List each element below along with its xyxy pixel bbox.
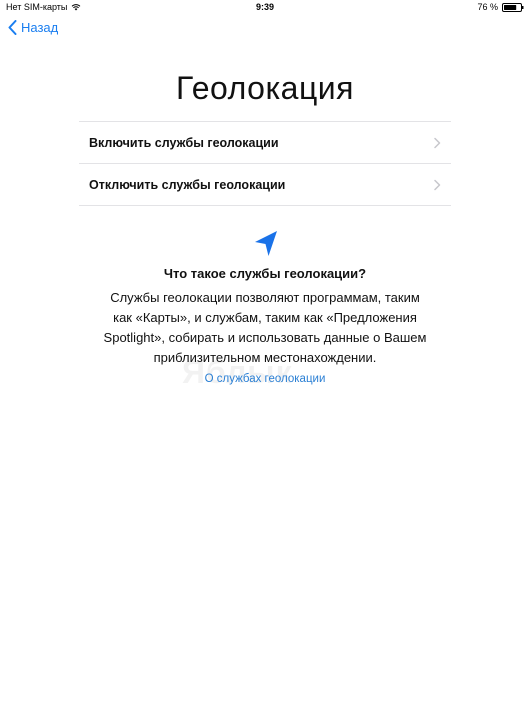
info-heading: Что такое службы геолокации? (163, 266, 367, 281)
battery-percent: 76 % (477, 2, 498, 12)
options-list: Включить службы геолокации Отключить слу… (79, 121, 451, 206)
page-title: Геолокация (176, 70, 354, 106)
battery-icon (502, 2, 524, 12)
option-label: Отключить службы геолокации (89, 177, 286, 192)
info-body-line: Службы геолокации позволяют программам, … (110, 290, 420, 305)
about-location-services-link[interactable]: О службах геолокации (0, 373, 530, 385)
chevron-right-icon (434, 179, 441, 190)
back-button[interactable]: Назад (8, 20, 58, 35)
chevron-left-icon (8, 20, 17, 35)
chevron-right-icon (434, 137, 441, 148)
option-label: Включить службы геолокации (89, 135, 279, 150)
disable-location-services-option[interactable]: Отключить службы геолокации (79, 163, 451, 206)
status-bar: Нет SIM-карты 9:39 76 % (0, 0, 530, 14)
enable-location-services-option[interactable]: Включить службы геолокации (79, 121, 451, 163)
info-body-line: Spotlight», собирать и использовать данн… (103, 330, 427, 345)
status-right: 76 % (477, 0, 524, 14)
status-time: 9:39 (255, 2, 274, 12)
info-body-line: как «Карты», и службам, таким как «Предл… (113, 310, 417, 325)
location-arrow-icon (253, 230, 279, 258)
back-label: Назад (21, 20, 59, 35)
